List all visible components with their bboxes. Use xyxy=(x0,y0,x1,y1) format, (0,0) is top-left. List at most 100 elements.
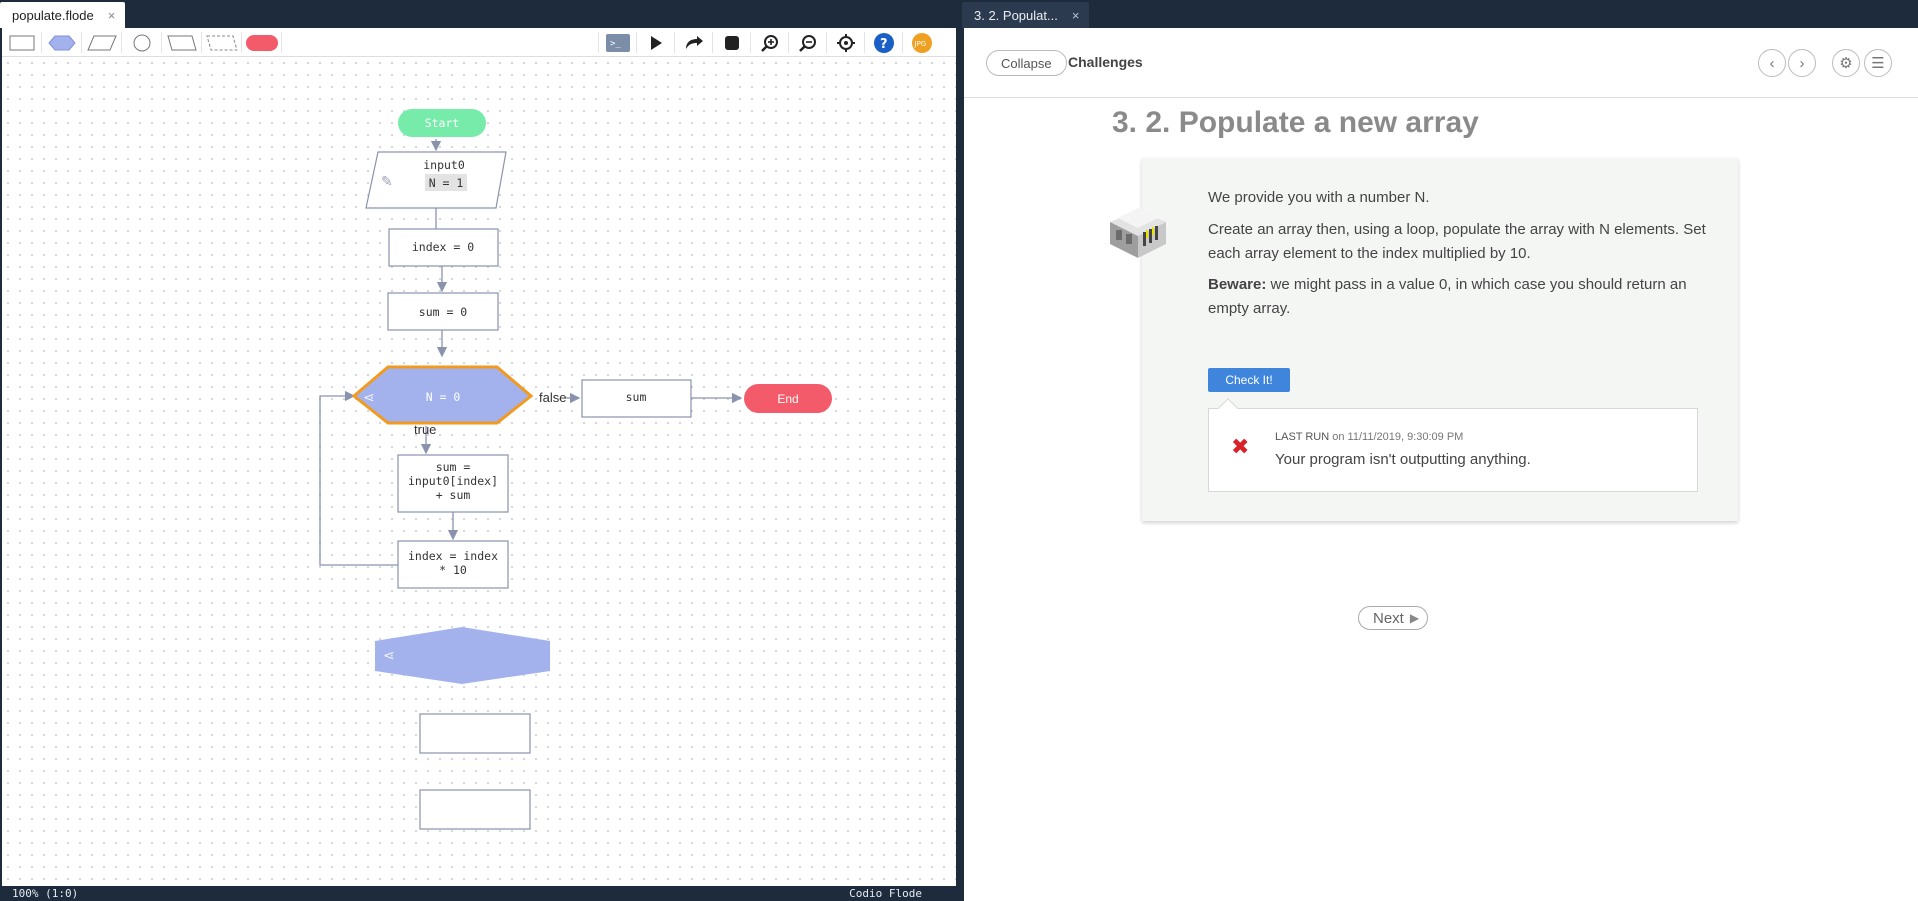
pill-icon xyxy=(245,34,278,51)
start-node[interactable]: Start xyxy=(398,109,486,137)
run-result-box: ✖ LAST RUN on 11/11/2019, 9:30:09 PM You… xyxy=(1208,398,1698,492)
terminator-shape-tool[interactable] xyxy=(242,32,282,53)
zoom-out-icon xyxy=(798,34,816,52)
tab-label: 3. 2. Populat... xyxy=(974,7,1058,23)
next-label: Next xyxy=(1373,609,1404,627)
zoom-in-icon xyxy=(760,34,778,52)
decision-type-icon: ⋖ xyxy=(383,647,395,663)
svg-text:* 10: * 10 xyxy=(439,563,467,577)
beware-label: Beware: xyxy=(1208,276,1267,293)
svg-text:?: ? xyxy=(880,37,888,52)
challenge-paragraph-1: We provide you with a number N. xyxy=(1208,189,1430,206)
zoom-in-button[interactable] xyxy=(750,32,788,53)
zoom-level: 100% (1:0) xyxy=(12,887,79,900)
subroutine-shape-tool[interactable] xyxy=(162,32,202,53)
tab-close-icon[interactable]: × xyxy=(108,8,116,23)
connector-shape-tool[interactable] xyxy=(122,32,162,53)
flowchart-toolbar: >_ ? JPG xyxy=(2,28,956,57)
process-node-sum-init[interactable]: sum = 0 xyxy=(387,292,499,331)
console-button[interactable]: >_ xyxy=(598,32,636,53)
svg-text:End: End xyxy=(777,392,798,406)
end-node[interactable]: End xyxy=(744,384,832,413)
menu-button[interactable]: ☰ xyxy=(1864,49,1892,77)
svg-text:N = 1: N = 1 xyxy=(429,176,464,190)
tab-populate-flode[interactable]: populate.flode × xyxy=(0,2,126,28)
empty-process-node[interactable] xyxy=(419,713,531,754)
statusbar: 100% (1:0) Codio Flode xyxy=(0,886,958,901)
zoom-out-button[interactable] xyxy=(788,32,826,53)
step-button[interactable] xyxy=(674,32,712,53)
next-page-button[interactable]: › xyxy=(1788,49,1816,77)
center-view-button[interactable] xyxy=(826,32,864,53)
decision-node[interactable]: ⋖ N = 0 xyxy=(351,365,534,425)
run-button[interactable] xyxy=(636,32,674,53)
decision-shape-tool[interactable] xyxy=(42,32,82,53)
svg-text:sum = 0: sum = 0 xyxy=(419,305,468,319)
stop-icon xyxy=(724,35,739,50)
collapse-button[interactable]: Collapse xyxy=(986,50,1067,76)
crosshair-icon xyxy=(836,33,855,52)
guide-pane: 3. 2. Populat... × Collapse Challenges ‹… xyxy=(962,0,1918,901)
flowchart-canvas[interactable]: Start ✎ input0 N = 1 index = 0 sum = 0 ⋖… xyxy=(2,57,956,886)
output-node-sum[interactable]: sum xyxy=(581,379,692,418)
parallelogram-icon xyxy=(86,35,117,50)
svg-text:Start: Start xyxy=(425,116,460,130)
prev-page-button[interactable]: ‹ xyxy=(1758,49,1786,77)
false-branch-label: false xyxy=(539,390,566,405)
next-button[interactable]: Next ▶ xyxy=(1358,606,1429,630)
check-it-button[interactable]: Check It! xyxy=(1208,368,1290,392)
chevron-right-icon: › xyxy=(1799,54,1805,72)
challenge-paragraph-3: Beware: we might pass in a value 0, in w… xyxy=(1208,273,1708,321)
last-run-time: on 11/11/2019, 9:30:09 PM xyxy=(1332,431,1464,443)
stop-button[interactable] xyxy=(712,32,750,53)
last-run-label: LAST RUN xyxy=(1275,431,1330,443)
comment-shape-tool[interactable] xyxy=(202,32,242,53)
tab-label: populate.flode xyxy=(12,7,94,23)
process-node-accumulate[interactable]: sum = input0[index] + sum xyxy=(397,454,509,513)
rectangle-shape-tool[interactable] xyxy=(2,32,42,53)
decision-type-icon: ⋖ xyxy=(363,389,375,405)
flowchart-editor-pane: populate.flode × >_ ? JPG Start ✎ input0… xyxy=(0,0,958,901)
process-node-index-init[interactable]: index = 0 xyxy=(388,228,499,267)
pencil-icon: ✎ xyxy=(381,173,393,189)
tab-guide[interactable]: 3. 2. Populat... × xyxy=(962,2,1090,28)
page-title: 3. 2. Populate a new array xyxy=(1112,106,1479,139)
guide-tabbar: 3. 2. Populat... × xyxy=(962,0,1090,28)
tab-close-icon[interactable]: × xyxy=(1072,8,1080,23)
play-triangle-icon: ▶ xyxy=(1409,611,1420,625)
chevron-left-icon: ‹ xyxy=(1769,54,1775,72)
empty-decision-node[interactable]: ⋖ xyxy=(375,627,550,684)
beware-text: we might pass in a value 0, in which cas… xyxy=(1208,276,1687,317)
error-x-icon: ✖ xyxy=(1231,434,1250,459)
export-jpg-button[interactable]: JPG xyxy=(902,32,940,53)
rectangle-icon xyxy=(9,35,34,50)
svg-text:>_: >_ xyxy=(610,39,621,49)
hamburger-icon: ☰ xyxy=(1871,55,1885,72)
section-title: Challenges xyxy=(1068,54,1143,70)
bank-building-icon xyxy=(1110,208,1166,258)
guide-header: Collapse Challenges ‹ › ⚙ ☰ xyxy=(964,28,1918,98)
input-node[interactable]: ✎ input0 N = 1 xyxy=(365,151,507,209)
guide-content: Collapse Challenges ‹ › ⚙ ☰ 3. 2. Popula… xyxy=(964,28,1918,901)
hexagon-icon xyxy=(47,35,76,50)
svg-text:input0[index]: input0[index] xyxy=(408,474,498,488)
flowchart-diagram: Start ✎ input0 N = 1 index = 0 sum = 0 ⋖… xyxy=(319,109,832,830)
gear-icon: ⚙ xyxy=(1839,55,1853,72)
editor-tabbar: populate.flode × xyxy=(0,0,126,28)
svg-text:+ sum: + sum xyxy=(436,488,471,502)
help-button[interactable]: ? xyxy=(864,32,902,53)
io-shape-tool[interactable] xyxy=(82,32,122,53)
svg-text:sum: sum xyxy=(626,390,647,404)
dashed-box-icon xyxy=(205,35,238,50)
svg-text:N = 0: N = 0 xyxy=(426,390,461,404)
challenge-paragraph-2: Create an array then, using a loop, popu… xyxy=(1208,221,1706,262)
jpg-export-icon: JPG xyxy=(911,32,932,53)
run-message: Your program isn't outputting anything. xyxy=(1275,451,1531,468)
empty-process-node[interactable] xyxy=(419,789,531,830)
last-run-info: LAST RUN on 11/11/2019, 9:30:09 PM xyxy=(1275,431,1463,443)
svg-text:JPG: JPG xyxy=(913,40,926,48)
circle-icon xyxy=(133,34,150,51)
settings-button[interactable]: ⚙ xyxy=(1832,49,1860,77)
process-node-increment[interactable]: index = index * 10 xyxy=(397,540,509,589)
svg-text:index = index: index = index xyxy=(408,549,498,563)
